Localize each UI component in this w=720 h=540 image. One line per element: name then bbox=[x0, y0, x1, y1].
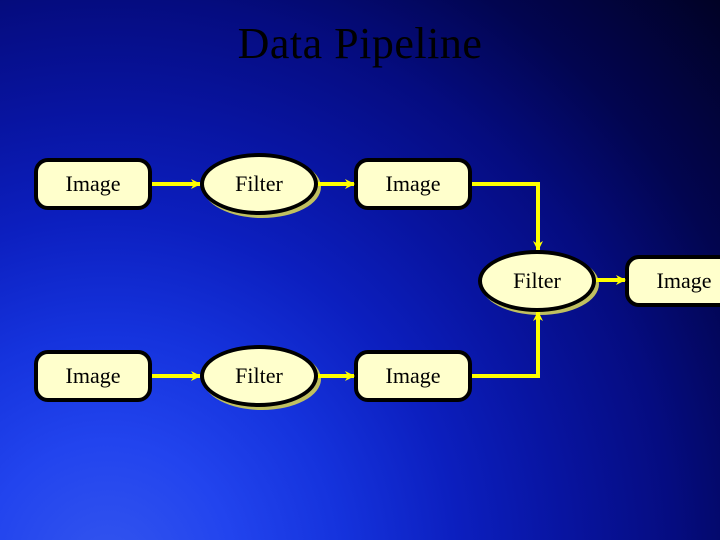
node-label: Image bbox=[386, 363, 441, 389]
node-label: Filter bbox=[235, 171, 283, 197]
node-filter-2: Filter bbox=[478, 250, 596, 312]
oval-face: Filter bbox=[200, 345, 318, 407]
node-image-1: Image bbox=[34, 158, 152, 210]
node-filter-3: Filter bbox=[200, 345, 318, 407]
node-label: Image bbox=[386, 171, 441, 197]
oval-face: Filter bbox=[200, 153, 318, 215]
node-image-5: Image bbox=[354, 350, 472, 402]
node-filter-1: Filter bbox=[200, 153, 318, 215]
oval-face: Filter bbox=[478, 250, 596, 312]
node-label: Filter bbox=[513, 268, 561, 294]
node-image-4: Image bbox=[34, 350, 152, 402]
node-image-2: Image bbox=[354, 158, 472, 210]
node-label: Filter bbox=[235, 363, 283, 389]
node-image-3: Image bbox=[625, 255, 720, 307]
node-label: Image bbox=[657, 268, 712, 294]
node-label: Image bbox=[66, 171, 121, 197]
arrows-layer bbox=[0, 0, 720, 540]
slide-title: Data Pipeline bbox=[0, 18, 720, 69]
slide: Data Pipeline Image Filter Image Filter … bbox=[0, 0, 720, 540]
node-label: Image bbox=[66, 363, 121, 389]
